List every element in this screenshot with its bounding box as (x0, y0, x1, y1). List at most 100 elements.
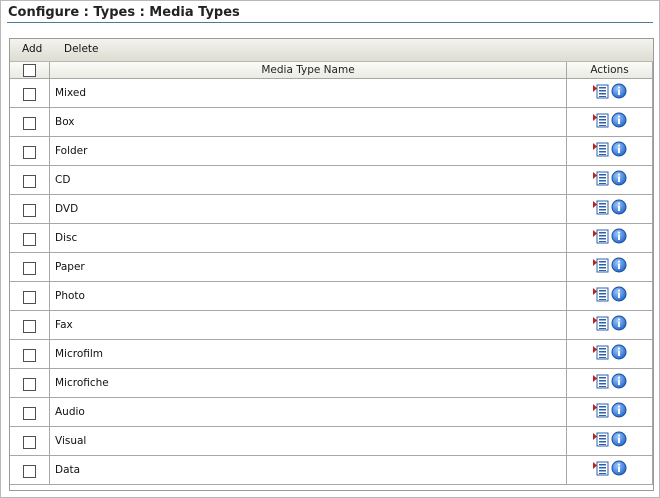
add-button[interactable]: Add (22, 43, 42, 55)
media-type-name: Folder (50, 137, 567, 166)
row-checkbox-cell (10, 253, 50, 282)
row-checkbox[interactable] (23, 290, 36, 304)
select-all-header (10, 62, 50, 79)
table-row: Microfilm (10, 340, 653, 369)
row-actions (567, 311, 653, 340)
media-type-name: Microfiche (50, 369, 567, 398)
media-type-name: Box (50, 108, 567, 137)
row-checkbox-cell (10, 427, 50, 456)
row-checkbox[interactable] (23, 435, 36, 449)
media-type-name: Disc (50, 224, 567, 253)
media-type-name: Mixed (50, 79, 567, 108)
row-checkbox[interactable] (23, 203, 36, 217)
media-types-table: Media Type Name Actions Mixed Box Folder… (10, 62, 653, 485)
row-actions (567, 282, 653, 311)
info-icon[interactable] (611, 344, 627, 364)
actions-header: Actions (567, 62, 653, 79)
row-checkbox[interactable] (23, 348, 36, 362)
row-actions (567, 456, 653, 485)
row-checkbox[interactable] (23, 145, 36, 159)
table-row: Box (10, 108, 653, 137)
info-icon[interactable] (611, 315, 627, 335)
row-actions (567, 79, 653, 108)
list-details-icon[interactable] (592, 258, 609, 277)
row-actions (567, 137, 653, 166)
media-types-grid-panel: Add Delete Media Type Name Actions Mixed… (9, 38, 654, 491)
row-checkbox[interactable] (23, 116, 36, 130)
table-row: Data (10, 456, 653, 485)
row-checkbox-cell (10, 456, 50, 485)
row-checkbox[interactable] (23, 232, 36, 246)
row-checkbox-cell (10, 398, 50, 427)
select-all-checkbox[interactable] (23, 63, 36, 77)
row-actions (567, 224, 653, 253)
info-icon[interactable] (611, 373, 627, 393)
row-checkbox[interactable] (23, 261, 36, 275)
table-row: Fax (10, 311, 653, 340)
row-checkbox[interactable] (23, 87, 36, 101)
media-type-name-header[interactable]: Media Type Name (50, 62, 567, 79)
delete-button[interactable]: Delete (64, 43, 99, 55)
list-details-icon[interactable] (592, 432, 609, 451)
table-row: Visual (10, 427, 653, 456)
media-type-name: Paper (50, 253, 567, 282)
table-row: Mixed (10, 79, 653, 108)
info-icon[interactable] (611, 170, 627, 190)
info-icon[interactable] (611, 460, 627, 480)
table-row: Disc (10, 224, 653, 253)
table-row: Folder (10, 137, 653, 166)
list-details-icon[interactable] (592, 287, 609, 306)
configure-panel: Configure : Types : Media Types Add Dele… (0, 0, 660, 498)
row-checkbox[interactable] (23, 406, 36, 420)
media-type-name: Photo (50, 282, 567, 311)
row-checkbox[interactable] (23, 464, 36, 478)
row-checkbox[interactable] (23, 319, 36, 333)
row-actions (567, 427, 653, 456)
row-checkbox-cell (10, 224, 50, 253)
info-icon[interactable] (611, 228, 627, 248)
list-details-icon[interactable] (592, 229, 609, 248)
page-title: Configure : Types : Media Types (8, 5, 240, 20)
table-header-row: Media Type Name Actions (10, 62, 653, 79)
info-icon[interactable] (611, 431, 627, 451)
info-icon[interactable] (611, 402, 627, 422)
table-row: Photo (10, 282, 653, 311)
row-actions (567, 108, 653, 137)
info-icon[interactable] (611, 112, 627, 132)
grid-toolbar: Add Delete (10, 39, 653, 62)
info-icon[interactable] (611, 141, 627, 161)
table-row: Microfiche (10, 369, 653, 398)
row-checkbox[interactable] (23, 377, 36, 391)
media-type-name: Microfilm (50, 340, 567, 369)
row-checkbox-cell (10, 195, 50, 224)
row-actions (567, 369, 653, 398)
row-actions (567, 166, 653, 195)
list-details-icon[interactable] (592, 171, 609, 190)
list-details-icon[interactable] (592, 142, 609, 161)
list-details-icon[interactable] (592, 113, 609, 132)
row-checkbox-cell (10, 137, 50, 166)
table-row: CD (10, 166, 653, 195)
row-actions (567, 340, 653, 369)
list-details-icon[interactable] (592, 316, 609, 335)
info-icon[interactable] (611, 286, 627, 306)
list-details-icon[interactable] (592, 200, 609, 219)
list-details-icon[interactable] (592, 84, 609, 103)
info-icon[interactable] (611, 257, 627, 277)
media-type-name: DVD (50, 195, 567, 224)
row-actions (567, 195, 653, 224)
row-checkbox[interactable] (23, 174, 36, 188)
list-details-icon[interactable] (592, 461, 609, 480)
media-type-name: Visual (50, 427, 567, 456)
list-details-icon[interactable] (592, 345, 609, 364)
media-type-name: Fax (50, 311, 567, 340)
info-icon[interactable] (611, 83, 627, 103)
row-checkbox-cell (10, 340, 50, 369)
list-details-icon[interactable] (592, 403, 609, 422)
media-type-name: CD (50, 166, 567, 195)
table-row: DVD (10, 195, 653, 224)
title-divider (7, 22, 653, 23)
list-details-icon[interactable] (592, 374, 609, 393)
row-actions (567, 253, 653, 282)
info-icon[interactable] (611, 199, 627, 219)
